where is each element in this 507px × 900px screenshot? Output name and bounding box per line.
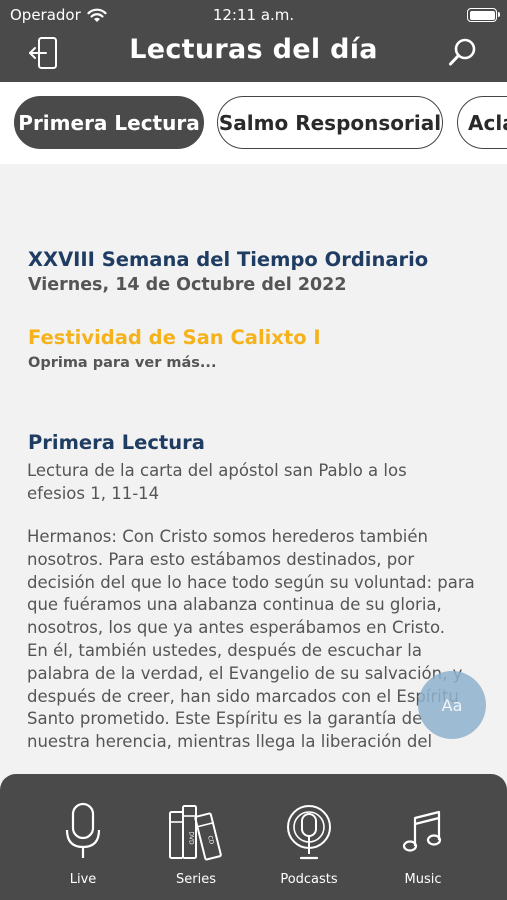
tab-salmo-responsorial[interactable]: Salmo Responsorial (217, 96, 443, 149)
microphone-icon (65, 802, 101, 858)
font-size-button[interactable]: Aa (418, 671, 486, 739)
nav-music-label: Music (404, 872, 442, 887)
tab-aclamacion[interactable]: Acla (457, 96, 507, 149)
reading-paragraph: En él, también ustedes, después de escuc… (27, 640, 463, 752)
svg-text:DVD: DVD (188, 831, 195, 845)
status-time: 12:11 a.m. (212, 6, 295, 24)
reading-reference: Lectura de la carta del apóstol san Pabl… (27, 461, 407, 503)
nav-series-label: Series (176, 872, 216, 887)
reading-title: Primera Lectura (28, 431, 205, 454)
see-more-link[interactable]: Oprima para ver más... (28, 355, 216, 371)
nav-music[interactable]: Music (378, 802, 468, 888)
podcast-icon (287, 805, 331, 860)
feast-title[interactable]: Festividad de San Calixto I (28, 326, 321, 349)
reading-body: Hermanos: Con Cristo somos herederos tam… (27, 526, 482, 754)
nav-live-label: Live (69, 872, 97, 887)
nav-podcasts-label: Podcasts (280, 872, 338, 887)
top-bar: Operador 12:11 a.m. Lecturas del día (0, 0, 507, 82)
nav-podcasts[interactable]: Podcasts (264, 802, 354, 888)
reading-paragraph: Hermanos: Con Cristo somos herederos tam… (27, 527, 475, 638)
bottom-nav: Live DVD CD Series Podcasts Music (0, 774, 507, 900)
liturgical-week: XXVIII Semana del Tiempo Ordinario (28, 248, 429, 271)
svg-text:CD: CD (206, 835, 215, 846)
music-note-icon (402, 810, 442, 852)
battery-icon (467, 8, 500, 22)
search-icon[interactable] (447, 36, 479, 68)
tab-primera-lectura[interactable]: Primera Lectura (14, 96, 204, 149)
reading-tabs: Primera Lectura Salmo Responsorial Acla (0, 82, 507, 164)
nav-live[interactable]: Live (38, 802, 128, 888)
page-title: Lecturas del día (129, 34, 378, 65)
nav-series[interactable]: DVD CD Series (151, 802, 241, 888)
nav-bar: Lecturas del día (0, 30, 507, 82)
status-bar: Operador 12:11 a.m. (0, 0, 507, 30)
liturgical-date: Viernes, 14 de Octubre del 2022 (28, 275, 347, 295)
books-icon: DVD CD (169, 805, 222, 861)
